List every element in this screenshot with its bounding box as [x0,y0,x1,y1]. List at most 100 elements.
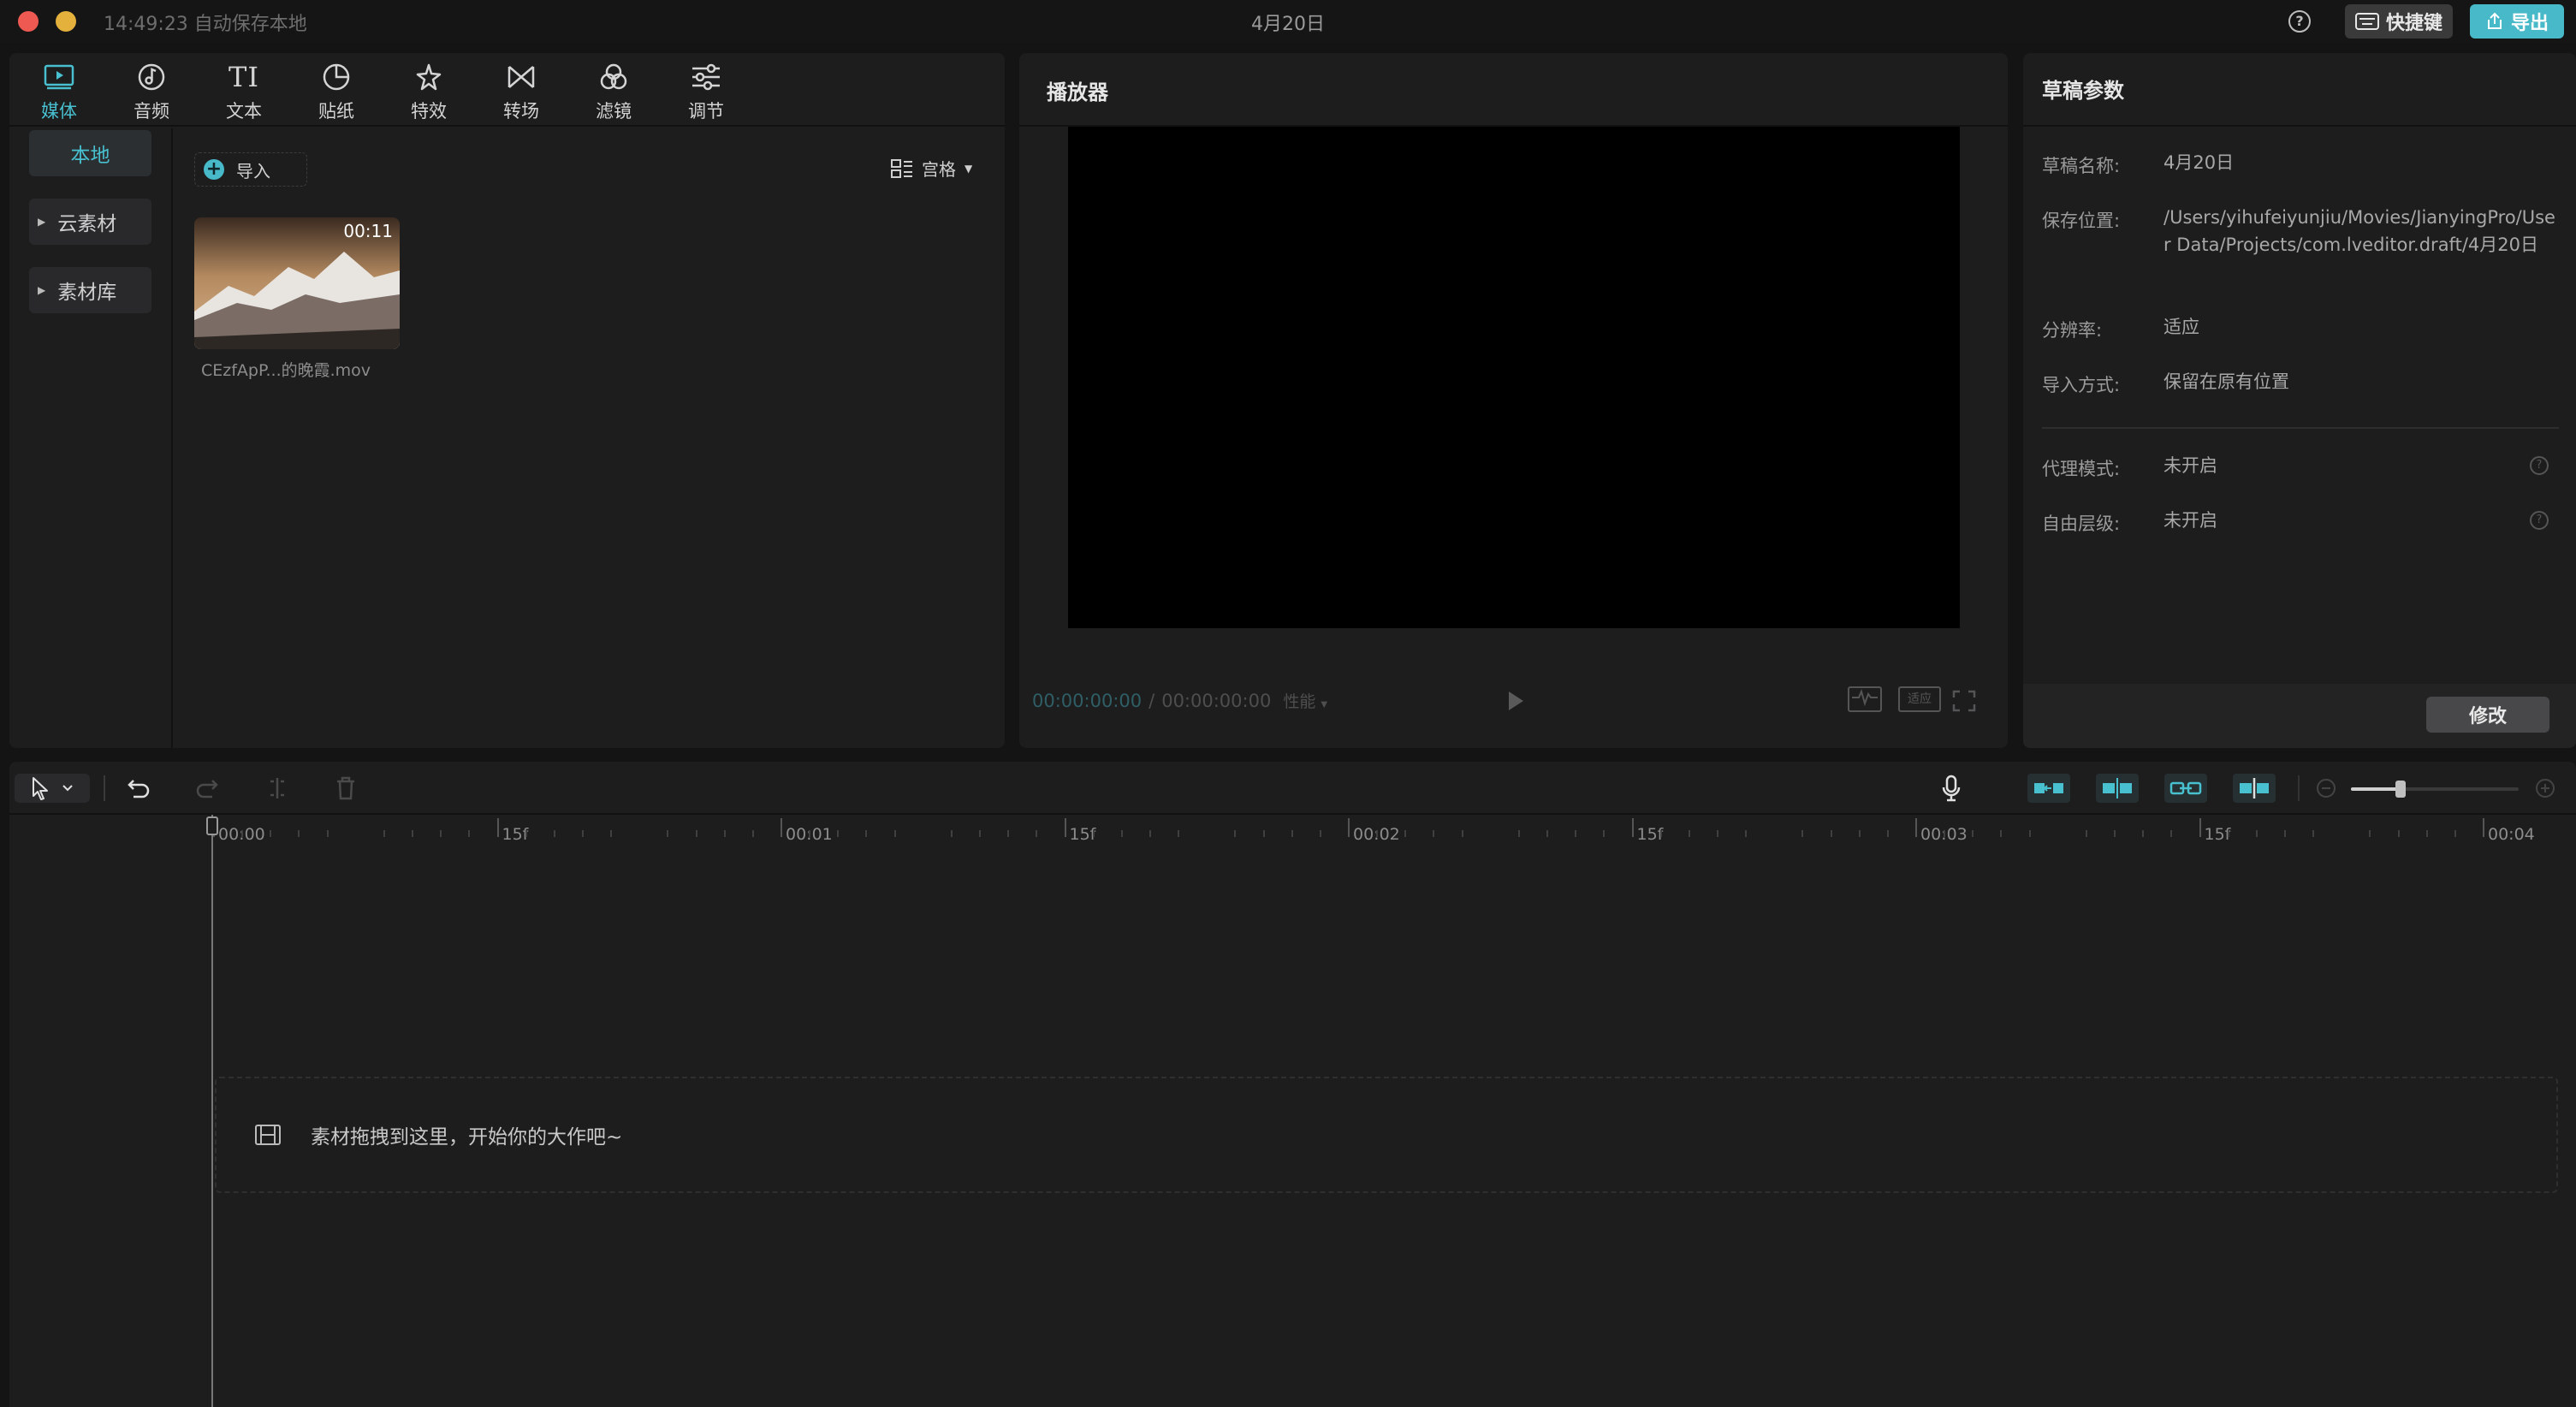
import-button[interactable]: + 导入 [194,152,307,187]
tab-filter-label: 滤镜 [596,101,632,122]
ruler-minor-tick [2000,830,2003,837]
link-chain-icon [2169,781,2202,795]
microphone-icon [1942,775,1961,802]
export-button[interactable]: 导出 [2470,4,2564,39]
help-circle-icon[interactable]: ? [2288,10,2311,33]
shortcut-button[interactable]: 快捷键 [2345,4,2453,39]
ratio-button[interactable]: 适应 [1898,686,1941,712]
param-label-free-layer: 自由层级: [2042,514,2121,534]
ruler-major-tick [1064,818,1066,837]
timeline-toolbar [9,762,2576,815]
play-button[interactable] [1506,690,1525,715]
ruler-minor-tick [326,830,329,837]
ruler-minor-tick [1886,830,1889,837]
auto-snap-toggle[interactable] [2096,774,2139,803]
tab-filter[interactable]: 滤镜 [575,60,652,125]
fullscreen-icon[interactable] [1952,690,1976,715]
timeline-drop-zone[interactable]: 素材拖拽到这里，开始你的大作吧~ [215,1077,2558,1193]
audio-note-icon [134,60,169,94]
current-time: 00:00:00:00 [1032,690,1143,711]
tab-effects[interactable]: 特效 [390,60,467,125]
sticker-icon [319,60,353,94]
playhead-line[interactable] [211,815,213,1407]
free-layer-help-icon[interactable]: ? [2530,511,2549,530]
tab-sticker-label: 贴纸 [318,101,354,122]
proxy-help-icon[interactable]: ? [2530,456,2549,475]
ruler-minor-tick [1234,830,1237,837]
tab-transition[interactable]: 转场 [483,60,560,125]
ruler-major-tick [1631,818,1634,837]
keyboard-icon [2354,13,2379,30]
sidebar-item-library[interactable]: ▶ 素材库 [29,267,151,313]
ruler-minor-tick [270,830,272,837]
snap-icon [2103,778,2132,798]
expand-triangle-icon: ▶ [38,216,46,228]
ruler-minor-tick [950,830,953,837]
link-left-icon [2034,783,2063,793]
project-title: 4月20日 [1251,14,1325,35]
tab-text[interactable]: TI 文本 [205,60,282,125]
record-audio-button[interactable] [1937,774,1966,803]
trash-icon [337,776,354,800]
divider [104,775,105,801]
ruler-minor-tick [1972,830,1974,837]
undo-button[interactable] [124,774,153,803]
waveform-icon[interactable] [1848,686,1882,712]
zoom-in-icon [2536,779,2555,798]
divider [2042,427,2559,429]
ruler-major-tick [781,818,782,837]
ruler-minor-tick [1688,830,1690,837]
quality-dropdown[interactable]: 性能 ▼ [1283,689,1327,712]
tab-audio[interactable]: 音频 [113,60,190,125]
film-strip-icon [255,1125,281,1145]
draft-params-title: 草稿参数 [2042,79,2124,103]
view-mode-label: 宫格 [922,159,956,180]
param-value-proxy: 未开启 [2163,455,2217,476]
preview-screen[interactable] [1068,127,1960,628]
ruler-minor-tick [865,830,868,837]
redo-button[interactable] [193,774,222,803]
zoom-in-button[interactable] [2532,774,2558,803]
playhead-handle[interactable] [206,816,218,835]
time-ruler[interactable]: 00:0015f00:0115f00:0215f00:0315f00:04 [9,815,2576,849]
preview-axis-toggle[interactable] [2233,774,2276,803]
ruler-minor-tick [893,830,896,837]
modify-button[interactable]: 修改 [2426,697,2549,733]
time-separator: / [1149,690,1155,711]
split-button[interactable] [263,774,292,803]
select-tool-dropdown[interactable] [15,774,90,803]
caret-down-icon: ▼ [965,162,973,175]
sidebar-item-local[interactable]: 本地 [29,130,151,176]
export-upload-icon [2487,12,2502,29]
ruler-minor-tick [412,830,414,837]
param-value-name: 4月20日 [2163,152,2235,173]
ruler-minor-tick [525,830,527,837]
clip-thumbnail[interactable]: 00:11 [194,217,400,349]
zoom-slider-handle[interactable] [2395,781,2406,798]
ruler-minor-tick [1178,830,1180,837]
tab-media[interactable]: 媒体 [21,60,98,125]
ruler-minor-tick [440,830,442,837]
shortcut-label: 快捷键 [2385,13,2442,34]
ruler-minor-tick [1603,830,1606,837]
param-value-free-layer: 未开启 [2163,510,2217,531]
sidebar-item-cloud[interactable]: ▶ 云素材 [29,199,151,245]
zoom-out-button[interactable] [2313,774,2339,803]
tab-adjust[interactable]: 调节 [668,60,745,125]
view-mode-dropdown[interactable]: 宫格 ▼ [891,156,972,181]
tab-sticker[interactable]: 贴纸 [298,60,375,125]
ruler-minor-tick [1404,830,1407,837]
linkage-toggle[interactable] [2164,774,2207,803]
filter-circles-icon [597,60,631,94]
text-ti-icon: TI [229,61,259,93]
ruler-minor-tick [1120,830,1123,837]
draft-params-panel: 草稿参数 草稿名称: 4月20日 保存位置: /Users/yihufeiyun… [2023,53,2576,748]
param-value-import-mode: 保留在原有位置 [2163,371,2289,392]
media-sidebar: 本地 ▶ 云素材 ▶ 素材库 [9,128,173,748]
ruler-minor-tick [298,830,300,837]
tab-effects-label: 特效 [411,101,447,122]
main-track-magnet-toggle[interactable] [2027,774,2070,803]
delete-button[interactable] [331,774,360,803]
ruler-major-tick [496,818,499,837]
ruler-minor-tick [1745,830,1748,837]
